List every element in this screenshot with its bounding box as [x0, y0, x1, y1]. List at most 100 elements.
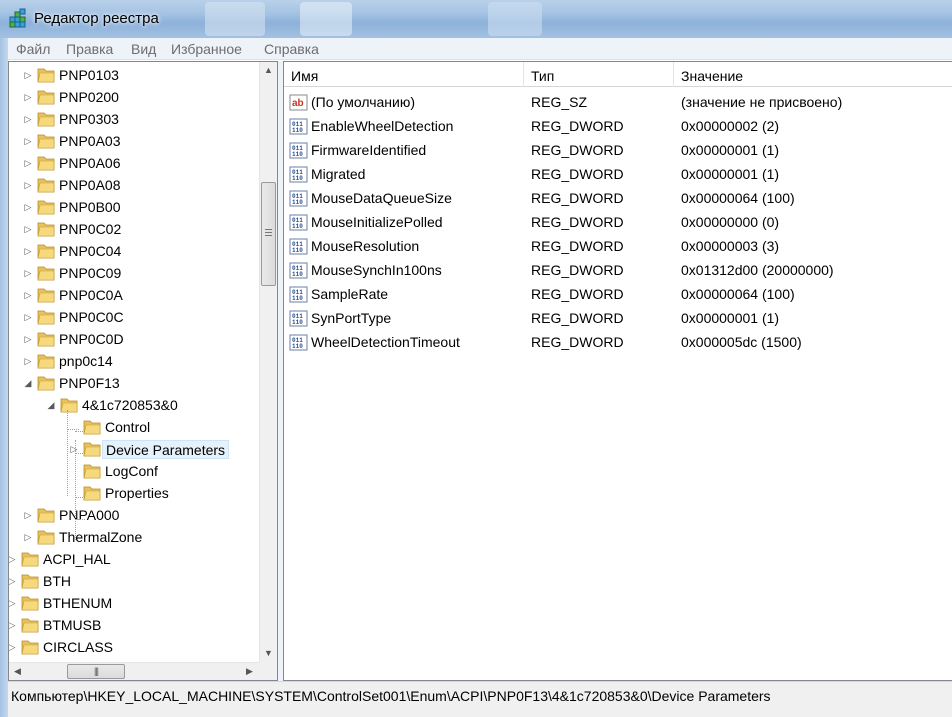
tree-node[interactable]: ▷ PNP0C04 — [23, 240, 253, 262]
tree-node[interactable]: ▷ PNPA000 — [23, 504, 253, 526]
tree-node[interactable]: Control — [69, 416, 277, 438]
tree-node[interactable]: ▷ BTH — [9, 570, 237, 592]
list-item[interactable]: 011 110 MouseInitializePolled REG_DWORD 0x00… — [284, 210, 952, 234]
expand-arrow-icon[interactable]: ▷ — [23, 311, 33, 323]
tree-node[interactable]: ▷ pnp0c14 — [23, 350, 253, 372]
tree-node-label[interactable]: Properties — [102, 484, 172, 503]
tree-node-label[interactable]: PNP0303 — [56, 110, 122, 129]
list-item[interactable]: 011 110 MouseResolution REG_DWORD 0x00000003… — [284, 234, 952, 258]
tree-node[interactable]: ▷ PNP0A03 — [23, 130, 253, 152]
tree-node[interactable]: ▷ PNP0B00 — [23, 196, 253, 218]
tree-node-label[interactable]: PNP0C0D — [56, 330, 127, 349]
scroll-thumb[interactable] — [261, 182, 276, 286]
expand-arrow-icon[interactable]: ▷ — [23, 531, 33, 543]
tree-node-label[interactable]: 4&1c720853&0 — [79, 396, 181, 415]
tree-node-label[interactable]: ThermalZone — [56, 528, 145, 547]
tree-node[interactable]: LogConf — [69, 460, 277, 482]
title-bar[interactable]: Редактор реестра — [0, 0, 952, 38]
scroll-thumb-horizontal[interactable]: ||| — [67, 664, 125, 679]
expand-arrow-icon[interactable]: ▷ — [23, 69, 33, 81]
menu-edit[interactable]: Правка — [66, 41, 113, 57]
tree-node-label[interactable]: PNP0C0C — [56, 308, 127, 327]
list-item[interactable]: 011 110 SynPortType REG_DWORD 0x00000001 (1) — [284, 306, 952, 330]
registry-tree[interactable]: ▷ PNP0103 ▷ PNP0200 ▷ PNP0303 ▷ PNP0A03 ▷ PNP0A06… — [8, 61, 278, 681]
expand-arrow-icon[interactable]: ▷ — [23, 267, 33, 279]
expand-arrow-icon[interactable]: ▷ — [9, 575, 17, 587]
tree-node-label[interactable]: pnp0c14 — [56, 352, 116, 371]
expand-arrow-icon[interactable]: ▷ — [23, 135, 33, 147]
tree-node-label[interactable]: PNP0A06 — [56, 154, 123, 173]
tree-node[interactable]: ▷ PNP0C02 — [23, 218, 253, 240]
expand-arrow-icon[interactable]: ▷ — [23, 113, 33, 125]
expand-arrow-icon[interactable]: ▷ — [9, 597, 17, 609]
expand-arrow-icon[interactable]: ▷ — [23, 201, 33, 213]
tree-node-label[interactable]: BTHENUM — [40, 594, 115, 613]
expand-arrow-icon[interactable]: ▷ — [23, 509, 33, 521]
tree-node-label[interactable]: PNP0C0A — [56, 286, 126, 305]
tree-node-label[interactable]: PNP0A08 — [56, 176, 123, 195]
expand-arrow-icon[interactable]: ▷ — [23, 245, 33, 257]
expand-arrow-icon[interactable]: ▷ — [23, 179, 33, 191]
tree-node-label[interactable]: PNP0A03 — [56, 132, 123, 151]
list-item[interactable]: 011 110 SampleRate REG_DWORD 0x00000064 (100… — [284, 282, 952, 306]
tree-node-label[interactable]: PNP0B00 — [56, 198, 123, 217]
tree-node[interactable]: ▷ PNP0C0D — [23, 328, 253, 350]
list-item[interactable]: 011 110 EnableWheelDetection REG_DWORD 0x000… — [284, 114, 952, 138]
tree-node-label[interactable]: PNP0200 — [56, 88, 122, 107]
list-item[interactable]: 011 110 Migrated REG_DWORD 0x00000001 (1) — [284, 162, 952, 186]
tree-node[interactable]: ▷ Device Parameters — [69, 438, 277, 460]
expand-arrow-icon[interactable]: ▷ — [23, 289, 33, 301]
tree-node-label[interactable]: Control — [102, 418, 153, 437]
list-item[interactable]: 011 110 FirmwareIdentified REG_DWORD 0x00000… — [284, 138, 952, 162]
menu-file[interactable]: Файл — [16, 41, 50, 57]
column-name[interactable]: Имя — [284, 62, 524, 87]
menu-favorites[interactable]: Избранное — [171, 41, 242, 57]
tree-node[interactable]: ▷ PNP0200 — [23, 86, 253, 108]
expand-arrow-icon[interactable]: ▷ — [23, 333, 33, 345]
tree-node-label[interactable]: PNP0F13 — [56, 374, 123, 393]
tree-node-label[interactable]: PNP0C09 — [56, 264, 124, 283]
expand-arrow-icon[interactable]: ▷ — [9, 553, 17, 565]
tree-node[interactable]: ▷ PNP0C0C — [23, 306, 253, 328]
list-item[interactable]: 011 110 WheelDetectionTimeout REG_DWORD 0x00… — [284, 330, 952, 354]
tree-node[interactable]: ▷ BTMUSB — [9, 614, 237, 636]
tree-node-label[interactable]: PNP0C02 — [56, 220, 124, 239]
tree-node-label[interactable]: BTMUSB — [40, 616, 104, 635]
tree-vertical-scrollbar[interactable]: ▲ ▼ — [259, 62, 277, 662]
tree-node-label[interactable]: Device Parameters — [102, 440, 230, 459]
tree-node[interactable]: ▷ CIRCLASS — [9, 636, 237, 658]
tree-node[interactable]: Properties — [69, 482, 277, 504]
tree-node[interactable]: ◢ 4&1c720853&0 — [46, 394, 276, 416]
tree-node[interactable]: ▷ PNP0303 — [23, 108, 253, 130]
expand-arrow-icon[interactable]: ▷ — [23, 355, 33, 367]
column-type[interactable]: Тип — [524, 62, 674, 87]
tree-node-label[interactable]: ACPI_HAL — [40, 550, 114, 569]
list-item[interactable]: ab (По умолчанию) REG_SZ (значение не присв… — [284, 90, 952, 114]
tree-node[interactable]: ▷ BTHENUM — [9, 592, 237, 614]
expand-arrow-icon[interactable]: ▷ — [23, 223, 33, 235]
tree-node[interactable]: ▷ PNP0A06 — [23, 152, 253, 174]
menu-help[interactable]: Справка — [264, 41, 319, 57]
list-item[interactable]: 011 110 MouseSynchIn100ns REG_DWORD 0x01312d… — [284, 258, 952, 282]
expand-arrow-icon[interactable]: ▷ — [9, 641, 17, 653]
tree-node-label[interactable]: LogConf — [102, 462, 161, 481]
menu-view[interactable]: Вид — [131, 41, 156, 57]
tree-node[interactable]: ◢ PNP0F13 — [23, 372, 253, 394]
tree-node-label[interactable]: CIRCLASS — [40, 638, 116, 657]
collapse-arrow-icon[interactable]: ◢ — [23, 377, 33, 389]
tree-node[interactable]: ▷ PNP0103 — [23, 64, 253, 86]
tree-node[interactable]: ▷ PNP0A08 — [23, 174, 253, 196]
tree-node-label[interactable]: PNPA000 — [56, 506, 122, 525]
column-value[interactable]: Значение — [674, 62, 952, 87]
scroll-left-arrow-icon[interactable]: ◀ — [9, 663, 26, 680]
scroll-down-arrow-icon[interactable]: ▼ — [260, 645, 277, 662]
scroll-up-arrow-icon[interactable]: ▲ — [260, 62, 277, 79]
list-item[interactable]: 011 110 MouseDataQueueSize REG_DWORD 0x00000… — [284, 186, 952, 210]
expand-arrow-icon[interactable]: ▷ — [9, 619, 17, 631]
tree-node[interactable]: ▷ PNP0C0A — [23, 284, 253, 306]
tree-horizontal-scrollbar[interactable]: ◀ ||| ▶ — [9, 662, 259, 680]
tree-node[interactable]: ▷ ACPI_HAL — [9, 548, 237, 570]
collapse-arrow-icon[interactable]: ◢ — [46, 399, 56, 411]
tree-node[interactable]: ▷ ThermalZone — [23, 526, 253, 548]
expand-arrow-icon[interactable]: ▷ — [23, 91, 33, 103]
